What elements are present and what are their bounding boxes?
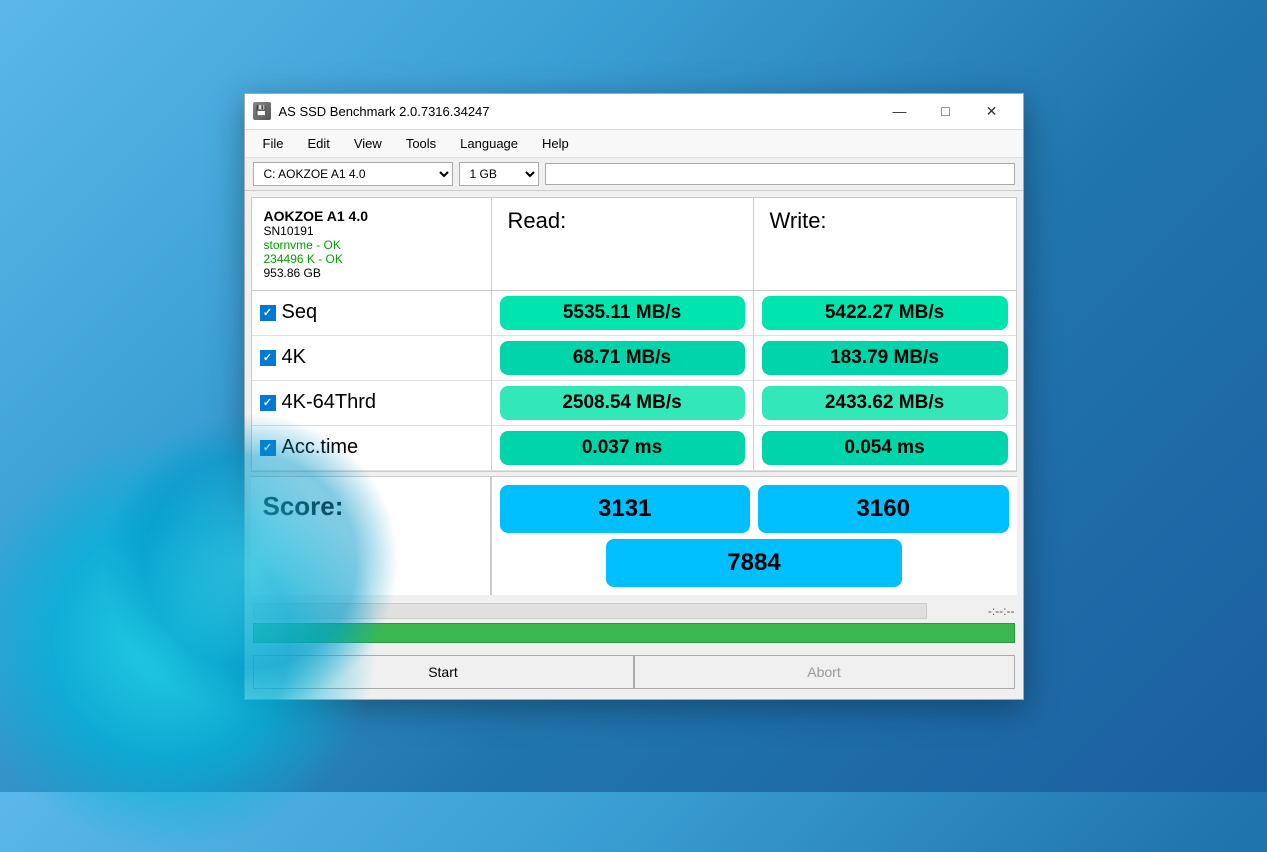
4k-checkbox[interactable] [260,350,276,366]
start-button[interactable]: Start [253,655,634,689]
score-section: Score: 3131 3160 7884 [251,476,1017,595]
window-title: AS SSD Benchmark 2.0.7316.34247 [279,104,877,119]
menu-bar: File Edit View Tools Language Help [245,130,1023,158]
4k64-checkbox[interactable] [260,395,276,411]
4k-read-cell: 68.71 MB/s [492,336,754,381]
drive-status1: stornvme - OK [264,238,479,252]
4k64-write-value: 2433.62 MB/s [762,386,1008,420]
drive-status2: 234496 K - OK [264,252,479,266]
4k64-write-cell: 2433.62 MB/s [754,381,1016,426]
seq-label: Seq [252,291,492,336]
drive-select[interactable]: C: AOKZOE A1 4.0 [253,162,453,186]
maximize-button[interactable]: □ [923,93,969,129]
progress-green-bar [253,623,1015,643]
menu-view[interactable]: View [344,132,392,155]
drive-name: AOKZOE A1 4.0 [264,208,479,224]
results-grid: AOKZOE A1 4.0 SN10191 stornvme - OK 2344… [251,197,1017,472]
toolbar: C: AOKZOE A1 4.0 1 GB [245,158,1023,191]
score-read: 3131 [500,485,751,533]
title-bar: 💾 AS SSD Benchmark 2.0.7316.34247 — □ ✕ [245,94,1023,130]
abort-button[interactable]: Abort [634,655,1015,689]
acctime-write-cell: 0.054 ms [754,426,1016,471]
main-window: 💾 AS SSD Benchmark 2.0.7316.34247 — □ ✕ … [244,93,1024,700]
acctime-read-value: 0.037 ms [500,431,745,465]
score-label: Score: [251,477,491,595]
seq-write-cell: 5422.27 MB/s [754,291,1016,336]
4k-label: 4K [252,336,492,381]
4k-read-value: 68.71 MB/s [500,341,745,375]
menu-language[interactable]: Language [450,132,528,155]
acctime-label: Acc.time [252,426,492,471]
acctime-checkbox[interactable] [260,440,276,456]
size-select[interactable]: 1 GB [459,162,539,186]
button-row: Start Abort [251,651,1017,693]
read-header: Read: [492,198,754,291]
score-write: 3160 [758,485,1009,533]
seq-checkbox[interactable] [260,305,276,321]
progress-row: -:--:-- [253,603,1015,619]
drive-info-panel: AOKZOE A1 4.0 SN10191 stornvme - OK 2344… [252,198,492,291]
acctime-write-value: 0.054 ms [762,431,1008,465]
progress-timer: -:--:-- [935,604,1015,618]
progress-area: -:--:-- [251,599,1017,647]
progress-bar-background [253,603,927,619]
toolbar-input[interactable] [545,163,1015,185]
seq-read-cell: 5535.11 MB/s [492,291,754,336]
window-controls: — □ ✕ [877,93,1015,129]
close-button[interactable]: ✕ [969,93,1015,129]
app-icon: 💾 [253,102,271,120]
seq-write-value: 5422.27 MB/s [762,296,1008,330]
4k64-label: 4K-64Thrd [252,381,492,426]
menu-file[interactable]: File [253,132,294,155]
score-total: 7884 [606,539,901,587]
menu-tools[interactable]: Tools [396,132,446,155]
main-content: AOKZOE A1 4.0 SN10191 stornvme - OK 2344… [245,191,1023,699]
score-values: 3131 3160 7884 [491,477,1017,595]
score-top-row: 3131 3160 [500,485,1009,533]
acctime-read-cell: 0.037 ms [492,426,754,471]
4k-write-cell: 183.79 MB/s [754,336,1016,381]
menu-edit[interactable]: Edit [297,132,339,155]
4k-write-value: 183.79 MB/s [762,341,1008,375]
minimize-button[interactable]: — [877,93,923,129]
drive-serial: SN10191 [264,224,479,238]
write-header: Write: [754,198,1016,291]
4k64-read-cell: 2508.54 MB/s [492,381,754,426]
menu-help[interactable]: Help [532,132,579,155]
seq-read-value: 5535.11 MB/s [500,296,745,330]
drive-size: 953.86 GB [264,266,479,280]
4k64-read-value: 2508.54 MB/s [500,386,745,420]
